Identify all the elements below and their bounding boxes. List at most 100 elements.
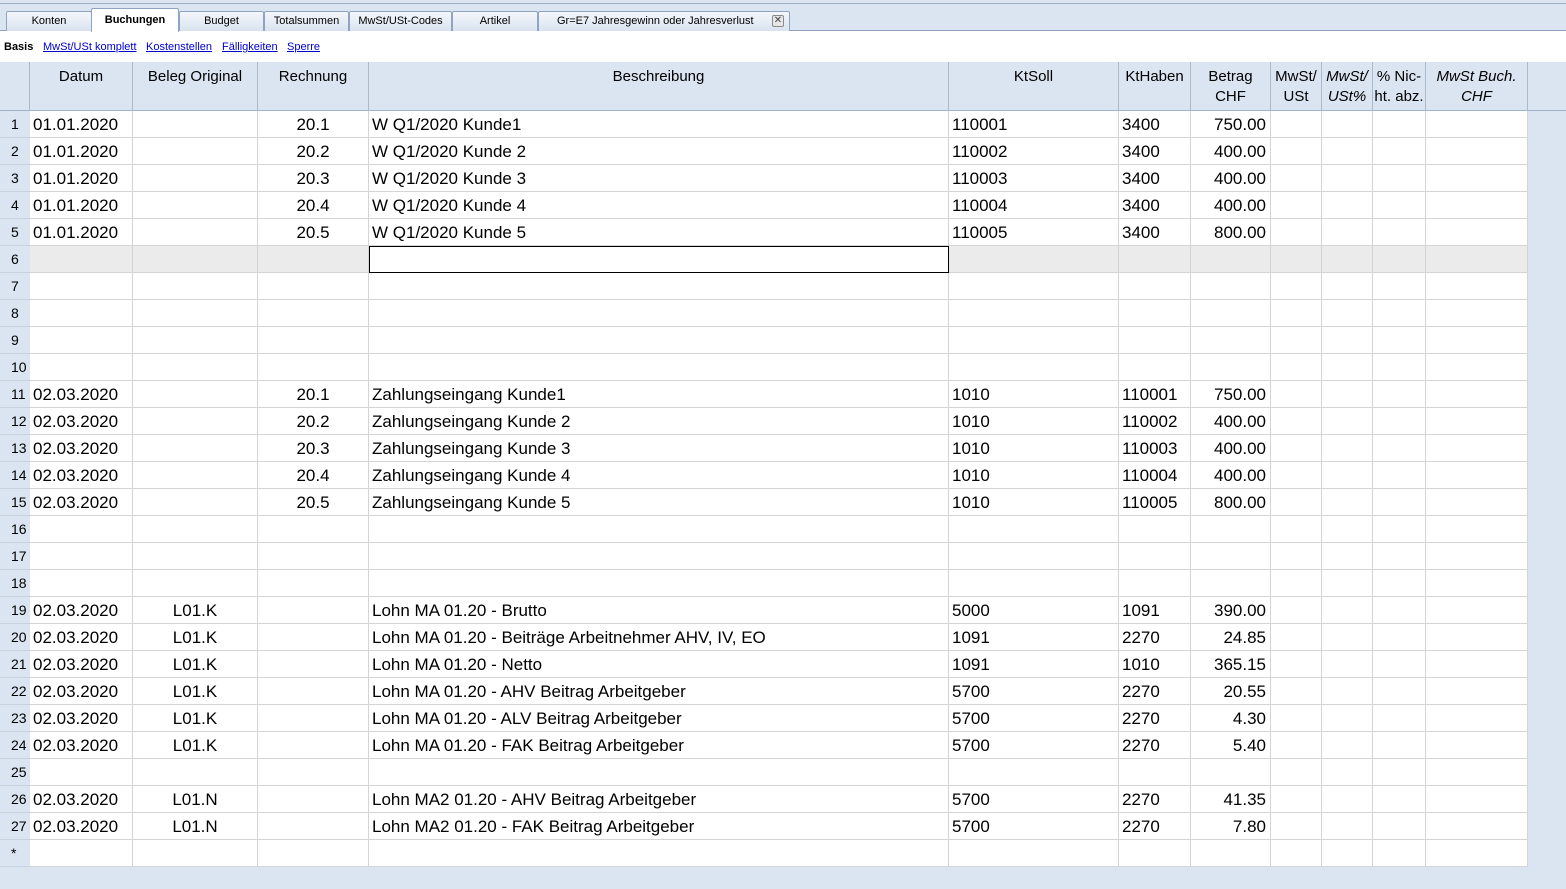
- table-row[interactable]: 19 02.03.2020 L01.K Lohn MA 01.20 - Brutto 5…: [0, 597, 1528, 624]
- cell-betrag[interactable]: [1191, 246, 1271, 273]
- table-row[interactable]: 17: [0, 543, 1528, 570]
- cell-rechnung[interactable]: [258, 516, 369, 543]
- cell-rechnung[interactable]: [258, 624, 369, 651]
- cell-nicht-abz[interactable]: [1373, 462, 1426, 489]
- cell-beleg[interactable]: [133, 111, 258, 138]
- cell-mwst-buch[interactable]: [1426, 705, 1528, 732]
- cell-ktsoll[interactable]: [949, 543, 1119, 570]
- table-row[interactable]: 1 01.01.2020 20.1 W Q1/2020 Kunde1 110001 340…: [0, 111, 1528, 138]
- cell-rechnung[interactable]: [258, 651, 369, 678]
- cell-beschreibung[interactable]: W Q1/2020 Kunde 4: [369, 192, 949, 219]
- cell-ktsoll[interactable]: 1091: [949, 624, 1119, 651]
- cell-betrag[interactable]: 400.00: [1191, 435, 1271, 462]
- cell-mwst-buch[interactable]: [1426, 759, 1528, 786]
- cell-beschreibung[interactable]: W Q1/2020 Kunde 2: [369, 138, 949, 165]
- row-number[interactable]: 10: [0, 354, 30, 381]
- header-nicht-abz[interactable]: % Nic- ht. abz.: [1373, 62, 1426, 111]
- cell-beleg[interactable]: [133, 759, 258, 786]
- cell-beschreibung[interactable]: Lohn MA 01.20 - Netto: [369, 651, 949, 678]
- cell-mwst-code[interactable]: [1271, 462, 1322, 489]
- cell-beleg[interactable]: [133, 219, 258, 246]
- cell-nicht-abz[interactable]: [1373, 192, 1426, 219]
- cell-beleg[interactable]: [133, 165, 258, 192]
- cell-datum[interactable]: 02.03.2020: [30, 813, 133, 840]
- cell-nicht-abz[interactable]: [1373, 138, 1426, 165]
- cell-betrag[interactable]: 20.55: [1191, 678, 1271, 705]
- cell-ktsoll[interactable]: 110004: [949, 192, 1119, 219]
- cell-mwst-code[interactable]: [1271, 705, 1322, 732]
- cell-beleg[interactable]: [133, 192, 258, 219]
- cell-mwst-percent[interactable]: [1322, 165, 1373, 192]
- row-number[interactable]: 26: [0, 786, 30, 813]
- cell-kthaben[interactable]: [1119, 840, 1191, 867]
- row-number[interactable]: 8: [0, 300, 30, 327]
- header-mwst-code[interactable]: MwSt/ USt: [1271, 62, 1322, 111]
- cell-beschreibung[interactable]: Zahlungseingang Kunde 4: [369, 462, 949, 489]
- row-number[interactable]: 5: [0, 219, 30, 246]
- header-beschreibung[interactable]: Beschreibung: [369, 62, 949, 111]
- cell-datum[interactable]: 01.01.2020: [30, 138, 133, 165]
- cell-beleg[interactable]: L01.N: [133, 786, 258, 813]
- cell-nicht-abz[interactable]: [1373, 516, 1426, 543]
- cell-nicht-abz[interactable]: [1373, 732, 1426, 759]
- cell-betrag[interactable]: [1191, 327, 1271, 354]
- cell-mwst-code[interactable]: [1271, 111, 1322, 138]
- cell-betrag[interactable]: 390.00: [1191, 597, 1271, 624]
- cell-kthaben[interactable]: 2270: [1119, 624, 1191, 651]
- row-number[interactable]: 14: [0, 462, 30, 489]
- cell-datum[interactable]: [30, 516, 133, 543]
- header-datum[interactable]: Datum: [30, 62, 133, 111]
- header-ktsoll[interactable]: KtSoll: [949, 62, 1119, 111]
- cell-mwst-buch[interactable]: [1426, 246, 1528, 273]
- cell-rechnung[interactable]: 20.5: [258, 489, 369, 516]
- header-mwst-percent[interactable]: MwSt/ USt%: [1322, 62, 1373, 111]
- table-row[interactable]: 10: [0, 354, 1528, 381]
- table-row[interactable]: 2 01.01.2020 20.2 W Q1/2020 Kunde 2 110002 34…: [0, 138, 1528, 165]
- cell-kthaben[interactable]: 2270: [1119, 705, 1191, 732]
- cell-mwst-buch[interactable]: [1426, 813, 1528, 840]
- cell-ktsoll[interactable]: 5700: [949, 786, 1119, 813]
- cell-nicht-abz[interactable]: [1373, 246, 1426, 273]
- cell-mwst-percent[interactable]: [1322, 732, 1373, 759]
- tab-buchungen[interactable]: Buchungen: [91, 8, 179, 32]
- cell-nicht-abz[interactable]: [1373, 354, 1426, 381]
- cell-beschreibung[interactable]: Zahlungseingang Kunde1: [369, 381, 949, 408]
- table-row[interactable]: 7: [0, 273, 1528, 300]
- cell-betrag[interactable]: 7.80: [1191, 813, 1271, 840]
- cell-beschreibung[interactable]: W Q1/2020 Kunde 5: [369, 219, 949, 246]
- cell-beleg[interactable]: [133, 543, 258, 570]
- cell-ktsoll[interactable]: [949, 273, 1119, 300]
- cell-kthaben[interactable]: [1119, 300, 1191, 327]
- cell-mwst-code[interactable]: [1271, 354, 1322, 381]
- table-row[interactable]: 27 02.03.2020 L01.N Lohn MA2 01.20 - FAK Be…: [0, 813, 1528, 840]
- cell-mwst-buch[interactable]: [1426, 678, 1528, 705]
- cell-nicht-abz[interactable]: [1373, 813, 1426, 840]
- cell-beleg[interactable]: [133, 570, 258, 597]
- cell-nicht-abz[interactable]: [1373, 651, 1426, 678]
- cell-beleg[interactable]: L01.N: [133, 813, 258, 840]
- cell-datum[interactable]: 02.03.2020: [30, 408, 133, 435]
- cell-beleg[interactable]: L01.K: [133, 705, 258, 732]
- cell-beleg[interactable]: [133, 408, 258, 435]
- table-row[interactable]: 26 02.03.2020 L01.N Lohn MA2 01.20 - AHV Be…: [0, 786, 1528, 813]
- cell-ktsoll[interactable]: 1010: [949, 462, 1119, 489]
- cell-nicht-abz[interactable]: [1373, 786, 1426, 813]
- cell-nicht-abz[interactable]: [1373, 435, 1426, 462]
- row-number[interactable]: 3: [0, 165, 30, 192]
- cell-beleg[interactable]: L01.K: [133, 597, 258, 624]
- table-row[interactable]: 25: [0, 759, 1528, 786]
- cell-mwst-code[interactable]: [1271, 840, 1322, 867]
- cell-kthaben[interactable]: 110005: [1119, 489, 1191, 516]
- cell-datum[interactable]: [30, 570, 133, 597]
- cell-betrag[interactable]: [1191, 300, 1271, 327]
- cell-mwst-percent[interactable]: [1322, 246, 1373, 273]
- cell-mwst-code[interactable]: [1271, 435, 1322, 462]
- cell-kthaben[interactable]: 110003: [1119, 435, 1191, 462]
- cell-kthaben[interactable]: 110002: [1119, 408, 1191, 435]
- cell-mwst-code[interactable]: [1271, 489, 1322, 516]
- cell-ktsoll[interactable]: [949, 246, 1119, 273]
- table-row[interactable]: 23 02.03.2020 L01.K Lohn MA 01.20 - ALV Bei…: [0, 705, 1528, 732]
- row-number[interactable]: 2: [0, 138, 30, 165]
- cell-ktsoll[interactable]: 1010: [949, 435, 1119, 462]
- close-icon[interactable]: ✕: [772, 15, 784, 27]
